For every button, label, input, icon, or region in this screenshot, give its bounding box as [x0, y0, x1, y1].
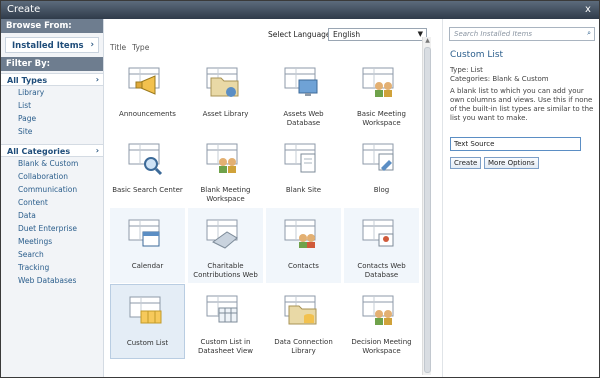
filter-type-site[interactable]: Site — [1, 125, 103, 138]
template-label: Blank Site — [285, 186, 322, 194]
template-decision-meeting-workspace[interactable]: Decision Meeting Workspace — [344, 284, 419, 359]
language-select[interactable]: English ▼ — [328, 28, 427, 41]
list-name-input[interactable]: Text Source — [450, 137, 581, 151]
template-label: Asset Library — [202, 110, 249, 118]
filter-category-communication[interactable]: Communication — [1, 183, 103, 196]
chevron-right-icon: › — [95, 146, 99, 155]
template-announcements[interactable]: Announcements — [110, 56, 185, 131]
filter-category-search[interactable]: Search — [1, 248, 103, 261]
template-contacts-web-database[interactable]: Contacts Web Database — [344, 208, 419, 283]
filter-all-types-label: All Types — [7, 76, 48, 85]
filter-all-categories[interactable]: All Categories › — [1, 144, 103, 157]
template-label: Calendar — [131, 262, 164, 270]
search-icon[interactable]: ⌕ — [587, 29, 591, 38]
browse-installed-items[interactable]: Installed Items › — [5, 37, 99, 53]
categories-list: Blank & Custom Collaboration Communication… — [1, 157, 103, 287]
dialog-titlebar: Create x — [1, 1, 599, 19]
types-list: Library List Page Site — [1, 86, 103, 138]
details-categories: Categories: Blank & Custom — [450, 75, 549, 83]
template-label: Blank Meeting Workspace — [200, 186, 251, 203]
browse-installed-items-label: Installed Items — [12, 41, 84, 51]
template-basic-search-center[interactable]: Basic Search Center — [110, 132, 185, 207]
template-blog[interactable]: Blog — [344, 132, 419, 207]
template-label: Charitable Contributions Web — [193, 262, 258, 279]
left-navigation: Browse From: Installed Items › Filter By… — [1, 19, 104, 377]
chevron-right-icon: › — [95, 75, 99, 84]
filter-category-web-databases[interactable]: Web Databases — [1, 274, 103, 287]
dialog-title: Create — [7, 4, 41, 15]
filter-type-list[interactable]: List — [1, 99, 103, 112]
template-label: Blog — [373, 186, 390, 194]
template-label: Data Connection Library — [274, 338, 333, 355]
template-label: Decision Meeting Workspace — [351, 338, 412, 355]
close-icon[interactable]: x — [582, 4, 594, 16]
sort-by-type[interactable]: Type — [132, 43, 149, 52]
vertical-scrollbar[interactable]: ▲ — [422, 37, 431, 375]
browse-from-header: Browse From: — [1, 19, 103, 33]
template-label: Basic Search Center — [112, 186, 183, 194]
template-asset-library[interactable]: Asset Library — [188, 56, 263, 131]
create-dialog: Create x Browse From: Installed Items › … — [0, 0, 600, 378]
details-title: Custom List — [450, 50, 504, 60]
template-gallery: Select Language: English ▼ Title Type Ann… — [105, 19, 437, 377]
sort-row: Title Type — [110, 43, 155, 52]
language-value: English — [333, 30, 361, 39]
filter-all-categories-label: All Categories — [7, 147, 71, 156]
template-blank-site[interactable]: Blank Site — [266, 132, 341, 207]
language-label: Select Language: — [268, 30, 334, 39]
filter-category-blank-custom[interactable]: Blank & Custom — [1, 157, 103, 170]
chevron-right-icon: › — [90, 40, 94, 50]
filter-category-data[interactable]: Data — [1, 209, 103, 222]
filter-by-header: Filter By: — [1, 57, 103, 71]
filter-category-meetings[interactable]: Meetings — [1, 235, 103, 248]
filter-all-types[interactable]: All Types › — [1, 73, 103, 86]
search-input[interactable]: Search Installed Items ⌕ — [449, 27, 595, 41]
scrollbar-thumb[interactable] — [424, 47, 431, 373]
details-type: Type: List — [450, 66, 483, 74]
details-meta: Type: List Categories: Blank & Custom — [450, 66, 549, 84]
filter-type-library[interactable]: Library — [1, 86, 103, 99]
template-assets-web-database[interactable]: Assets Web Database — [266, 56, 341, 131]
template-label: Basic Meeting Workspace — [357, 110, 406, 127]
template-blank-meeting-workspace[interactable]: Blank Meeting Workspace — [188, 132, 263, 207]
template-grid: Announcements Asset Library Assets Web Dat… — [110, 56, 420, 377]
details-pane: Search Installed Items ⌕ Custom List Typ… — [442, 19, 599, 377]
language-row: Select Language: English ▼ — [105, 28, 437, 42]
filter-category-duet-enterprise[interactable]: Duet Enterprise — [1, 222, 103, 235]
template-custom-list-in-datasheet-view[interactable]: Custom List in Datasheet View — [188, 284, 263, 359]
template-basic-meeting-workspace[interactable]: Basic Meeting Workspace — [344, 56, 419, 131]
template-calendar[interactable]: Calendar — [110, 208, 185, 283]
template-label: Contacts Web Database — [357, 262, 406, 279]
details-description: A blank list to which you can add your o… — [450, 87, 594, 122]
template-label: Custom List — [126, 339, 169, 347]
template-custom-list[interactable]: Custom List — [110, 284, 185, 359]
template-label: Announcements — [119, 110, 176, 118]
filter-category-tracking[interactable]: Tracking — [1, 261, 103, 274]
sort-by-title[interactable]: Title — [110, 43, 126, 52]
filter-type-page[interactable]: Page — [1, 112, 103, 125]
scroll-up-icon[interactable]: ▲ — [423, 37, 432, 45]
more-options-button[interactable]: More Options — [484, 157, 539, 169]
create-button[interactable]: Create — [450, 157, 482, 169]
template-charitable-contributions-web[interactable]: Charitable Contributions Web — [188, 208, 263, 283]
template-label: Contacts — [288, 262, 319, 270]
search-placeholder: Search Installed Items — [454, 30, 533, 38]
template-contacts[interactable]: Contacts — [266, 208, 341, 283]
filter-category-collaboration[interactable]: Collaboration — [1, 170, 103, 183]
filter-category-content[interactable]: Content — [1, 196, 103, 209]
template-label: Custom List in Datasheet View — [198, 338, 253, 355]
template-data-connection-library[interactable]: Data Connection Library — [266, 284, 341, 359]
template-label: Assets Web Database — [283, 110, 324, 127]
